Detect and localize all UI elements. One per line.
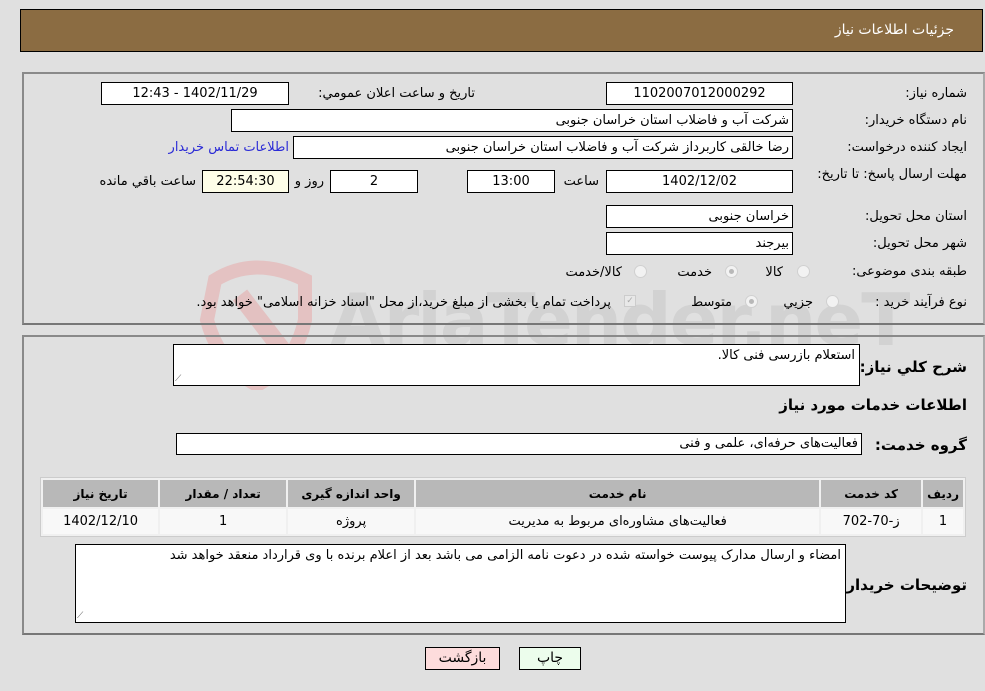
- back-button[interactable]: بازگشت: [425, 647, 500, 670]
- deadline-label: مهلت ارسال پاسخ: تا تاریخ:: [817, 167, 967, 182]
- service-group-label: گروه خدمت:: [874, 436, 967, 454]
- purchase-type-radio-medium[interactable]: [745, 295, 758, 308]
- treasury-note: پرداخت تمام یا بخشی از مبلغ خرید،از محل …: [196, 295, 611, 310]
- deadline-time-label: ساعت: [563, 174, 599, 189]
- page-title: جزئیات اطلاعات نیاز: [834, 22, 954, 38]
- city-field: بیرجند: [606, 232, 793, 255]
- summary-textarea[interactable]: [173, 344, 860, 386]
- purchase-type-radio-minor[interactable]: [826, 295, 839, 308]
- category-radio-goods-service[interactable]: [634, 265, 647, 278]
- announce-datetime-field: 1402/11/29 - 12:43: [101, 82, 289, 105]
- treasury-checkbox[interactable]: ✓: [624, 295, 636, 307]
- cell-need-date: 1402/12/10: [43, 509, 159, 534]
- province-field: خراسان جنوبی: [606, 205, 793, 228]
- announce-datetime-label: تاریخ و ساعت اعلان عمومي:: [318, 86, 475, 101]
- creator-field: رضا خالقی کاربرداز شرکت آب و فاضلاب استا…: [293, 136, 793, 159]
- page-header: جزئیات اطلاعات نیاز: [20, 9, 983, 52]
- purchase-type-option-minor: جزيي: [783, 295, 813, 310]
- buyer-org-field: شرکت آب و فاضلاب استان خراسان جنوبی: [231, 109, 793, 132]
- purchase-type-label: نوع فرآیند خرید :: [875, 295, 967, 310]
- days-remaining-field: 2: [330, 170, 418, 193]
- category-radio-service[interactable]: [725, 265, 738, 278]
- summary-label: شرح كلي نياز:: [859, 358, 967, 376]
- resize-grip-icon[interactable]: ⟋: [77, 611, 87, 621]
- deadline-date-field: 1402/12/02: [606, 170, 793, 193]
- col-header-service-code: کد خدمت: [821, 480, 922, 507]
- cell-row: 1: [923, 509, 963, 534]
- time-remaining-field: 22:54:30: [202, 170, 289, 193]
- creator-label: ایجاد کننده درخواست:: [847, 140, 967, 155]
- col-header-quantity: تعداد / مقدار: [160, 480, 287, 507]
- time-remaining-label: ساعت باقي مانده: [99, 174, 196, 189]
- need-number-label: شماره نیاز:: [905, 86, 967, 101]
- days-label: روز و: [294, 174, 324, 189]
- col-header-service-name: نام خدمت: [416, 480, 820, 507]
- city-label: شهر محل تحویل:: [872, 236, 967, 251]
- cell-service-name: فعالیت‌های مشاوره‌ای مربوط به مدیریت: [416, 509, 820, 534]
- services-section-title: اطلاعات خدمات مورد نیاز: [779, 396, 967, 414]
- resize-grip-icon[interactable]: ⟋: [175, 374, 185, 384]
- services-table-header: ردیف کد خدمت نام خدمت واحد اندازه گیری ت…: [43, 480, 963, 507]
- col-header-row: ردیف: [923, 480, 963, 507]
- col-header-unit: واحد اندازه گیری: [288, 480, 415, 507]
- category-option-goods: کالا: [765, 265, 783, 280]
- category-option-service: خدمت: [677, 265, 712, 280]
- category-option-goods-service: کالا/خدمت: [565, 265, 622, 280]
- buyer-notes-textarea[interactable]: [75, 544, 846, 623]
- buyer-notes-label: توضیحات خریدار:: [840, 576, 967, 594]
- table-row: 1 ز-70-702 فعالیت‌های مشاوره‌ای مربوط به…: [43, 509, 963, 534]
- print-button[interactable]: چاپ: [519, 647, 581, 670]
- deadline-time-field: 13:00: [467, 170, 555, 193]
- buyer-contact-link[interactable]: اطلاعات تماس خریدار: [169, 140, 289, 155]
- service-group-field: فعالیت‌های حرفه‌ای، علمی و فنی: [176, 433, 862, 455]
- cell-quantity: 1: [160, 509, 287, 534]
- services-table: ردیف کد خدمت نام خدمت واحد اندازه گیری ت…: [40, 477, 966, 537]
- need-number-field: 1102007012000292: [606, 82, 793, 105]
- purchase-type-option-medium: متوسط: [691, 295, 732, 310]
- buyer-org-label: نام دستگاه خریدار:: [864, 113, 967, 128]
- cell-service-code: ز-70-702: [821, 509, 922, 534]
- category-radio-goods[interactable]: [797, 265, 810, 278]
- category-label: طبقه بندی موضوعی:: [851, 264, 967, 279]
- col-header-need-date: تاریخ نیاز: [43, 480, 159, 507]
- province-label: استان محل تحویل:: [865, 209, 967, 224]
- cell-unit: پروژه: [288, 509, 415, 534]
